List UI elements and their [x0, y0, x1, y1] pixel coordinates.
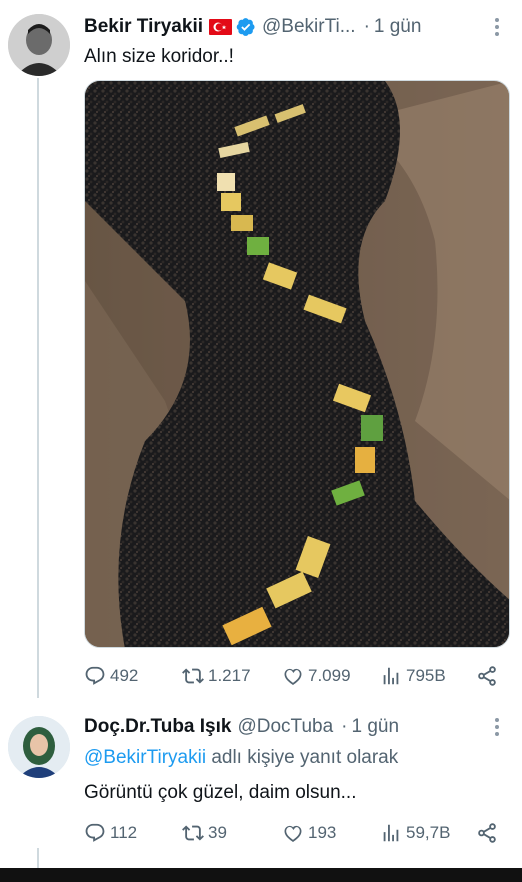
tweet-text: Alın size koridor..! [84, 46, 234, 67]
views-button[interactable]: 59,7B [380, 818, 450, 848]
share-button[interactable] [476, 818, 498, 848]
tweet-header: Bekir Tiryakii @BekirTi... · 1 gün [84, 14, 421, 40]
tweet-image[interactable] [84, 80, 510, 648]
thread-connector-line-bottom [37, 848, 39, 870]
author-handle[interactable]: @DocTuba [237, 716, 333, 738]
like-icon [284, 668, 302, 686]
tweet-timestamp[interactable]: 1 gün [351, 716, 399, 738]
more-options-icon[interactable] [487, 716, 507, 738]
like-icon [284, 825, 302, 843]
like-button[interactable]: 7.099 [282, 661, 351, 691]
views-icon [383, 824, 399, 842]
views-count: 795B [406, 666, 446, 685]
like-button[interactable]: 193 [282, 818, 336, 848]
retweet-button[interactable]: 1.217 [182, 661, 251, 691]
thread-connector-line [37, 78, 39, 698]
views-icon [383, 667, 399, 685]
share-icon [478, 823, 496, 843]
avatar[interactable] [8, 14, 70, 76]
author-name[interactable]: Doç.Dr.Tuba Işık [84, 716, 231, 738]
tweet-actions: 492 1.217 7.099 795B [84, 661, 510, 691]
like-count: 193 [308, 823, 337, 842]
author-name[interactable]: Bekir Tiryakii [84, 16, 203, 38]
retweet-button[interactable]: 39 [182, 818, 227, 848]
retweet-icon [182, 825, 204, 841]
avatar[interactable] [8, 716, 70, 778]
turkey-flag-icon [209, 19, 233, 35]
tweet-text: Görüntü çok güzel, daim olsun... [84, 782, 357, 803]
reply-button[interactable]: 112 [84, 818, 137, 848]
separator-dot: · [341, 716, 348, 737]
bottom-navigation-bar [0, 868, 522, 882]
retweet-count: 39 [208, 823, 227, 842]
reply-to-label: adlı kişiye yanıt olarak [206, 747, 399, 768]
reply-count: 492 [110, 666, 139, 685]
views-count: 59,7B [406, 823, 451, 842]
retweet-icon [182, 668, 204, 684]
author-handle[interactable]: @BekirTi... [262, 16, 356, 38]
share-button[interactable] [476, 661, 498, 691]
reply-icon [85, 823, 105, 842]
retweet-count: 1.217 [208, 666, 251, 685]
verified-badge-icon[interactable] [236, 17, 256, 37]
replying-to: @BekirTiryakii adlı kişiye yanıt olarak [84, 745, 398, 771]
tweet-actions: 112 39 193 59,7B [84, 818, 510, 848]
share-icon [478, 666, 496, 686]
more-options-icon[interactable] [487, 16, 507, 38]
separator-dot: · [363, 16, 370, 37]
reply-to-link[interactable]: @BekirTiryakii [84, 747, 206, 768]
reply-icon [85, 666, 105, 685]
reply-button[interactable]: 492 [84, 661, 138, 691]
views-button[interactable]: 795B [380, 661, 446, 691]
tweet-timestamp[interactable]: 1 gün [374, 16, 422, 38]
like-count: 7.099 [308, 666, 351, 685]
tweet-header: Doç.Dr.Tuba Işık @DocTuba · 1 gün [84, 714, 399, 740]
reply-count: 112 [110, 823, 138, 842]
